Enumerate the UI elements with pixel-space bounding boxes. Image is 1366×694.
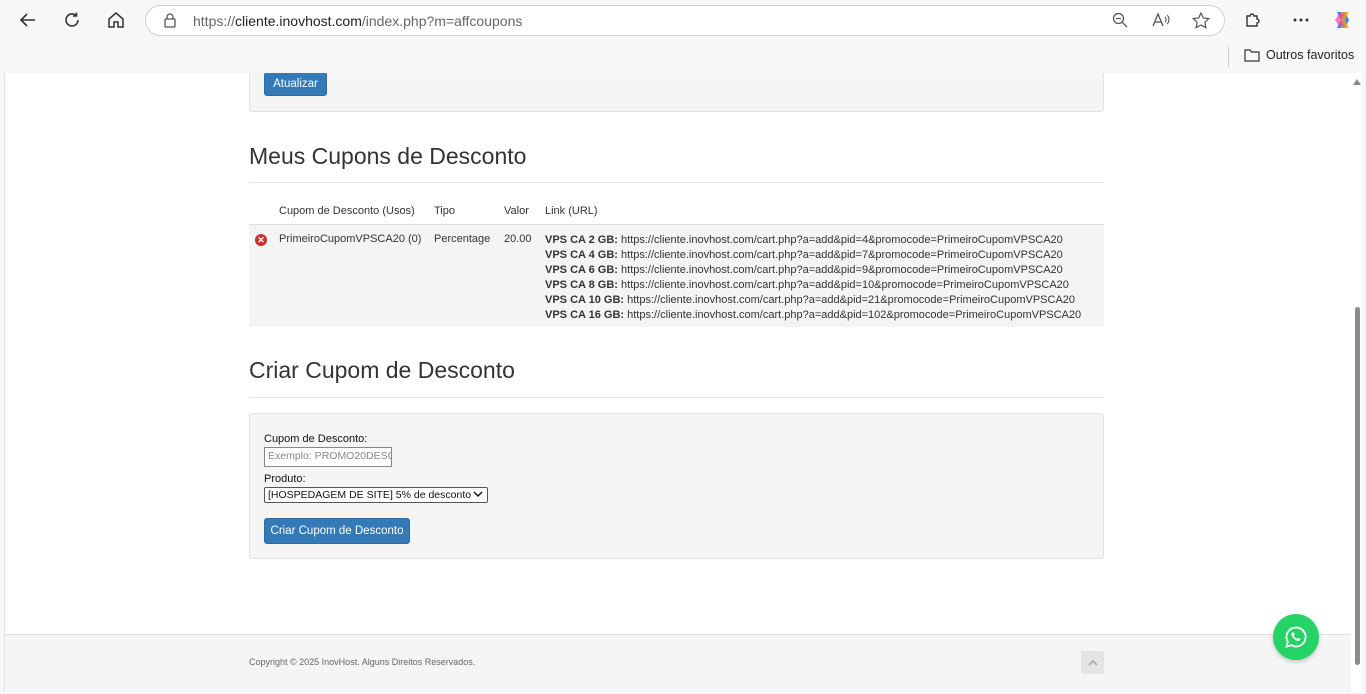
product-select-value: [HOSPEDAGEM DE SITE] 5% de desconto (268, 489, 472, 501)
page-viewport: Atualizar Meus Cupons de Desconto Cupom … (4, 73, 1362, 692)
coupon-link-line[interactable]: VPS CA 10 GB: https://cliente.inovhost.c… (545, 293, 1081, 308)
coupon-link-line[interactable]: VPS CA 2 GB: https://cliente.inovhost.co… (545, 233, 1081, 248)
filter-panel (249, 73, 1104, 112)
coupon-links: VPS CA 2 GB: https://cliente.inovhost.co… (545, 233, 1081, 323)
favorite-star-icon[interactable] (1192, 12, 1210, 29)
folder-icon (1244, 49, 1260, 62)
create-coupon-title: Criar Cupom de Desconto (249, 357, 515, 383)
back-arrow-icon (19, 13, 35, 27)
remove-coupon-icon[interactable]: ✕ (255, 234, 267, 246)
product-select[interactable]: [HOSPEDAGEM DE SITE] 5% de desconto (264, 487, 488, 503)
read-aloud-icon[interactable] (1152, 12, 1170, 28)
vertical-scrollbar[interactable] (1351, 73, 1362, 692)
copilot-button[interactable] (1328, 6, 1358, 34)
column-header-coupon: Cupom de Desconto (Usos) (279, 205, 415, 217)
whatsapp-button[interactable] (1273, 614, 1319, 660)
more-dots-icon (1293, 18, 1309, 22)
coupon-link-line[interactable]: VPS CA 4 GB: https://cliente.inovhost.co… (545, 248, 1081, 263)
update-button[interactable]: Atualizar (264, 73, 327, 96)
reload-icon (65, 12, 79, 27)
coupon-value: 20.00 (504, 233, 532, 245)
home-button[interactable] (101, 6, 131, 34)
puzzle-icon (1246, 13, 1260, 27)
chevron-down-icon (473, 489, 483, 502)
back-button[interactable] (13, 6, 43, 34)
coupon-code: PrimeiroCupomVPSCA20 (0) (279, 233, 422, 245)
copyright-text: Copyright © 2025 InovHost. Alguns Direit… (249, 657, 476, 667)
scroll-up-arrow-icon[interactable] (1353, 79, 1361, 85)
address-bar[interactable]: https://cliente.inovhost.com/index.php?m… (145, 5, 1225, 36)
home-icon (108, 12, 124, 28)
reload-button[interactable] (57, 6, 87, 34)
column-header-link: Link (URL) (545, 205, 598, 217)
create-coupon-button[interactable]: Criar Cupom de Desconto (264, 518, 410, 544)
scrollbar-thumb[interactable] (1355, 307, 1360, 665)
coupon-link-line[interactable]: VPS CA 6 GB: https://cliente.inovhost.co… (545, 263, 1081, 278)
footer: Copyright © 2025 InovHost. Alguns Direit… (5, 634, 1351, 692)
whatsapp-icon (1285, 626, 1307, 648)
favorites-separator (1228, 47, 1229, 67)
copilot-icon (1335, 12, 1349, 28)
divider (249, 397, 1104, 398)
coupon-code-input[interactable]: Exemplo: PROMO20DESC (264, 447, 392, 467)
product-field-label: Produto: (264, 473, 306, 485)
zoom-out-icon[interactable] (1112, 12, 1128, 28)
other-favorites[interactable]: Outros favoritos (1244, 48, 1354, 62)
coupon-link-line[interactable]: VPS CA 16 GB: https://cliente.inovhost.c… (545, 308, 1081, 323)
extensions-button[interactable] (1238, 6, 1268, 34)
browser-toolbar: https://cliente.inovhost.com/index.php?m… (0, 0, 1366, 40)
divider (249, 182, 1104, 183)
coupon-type: Percentage (434, 233, 491, 245)
more-menu-button[interactable] (1286, 6, 1316, 34)
back-to-top-button[interactable] (1081, 651, 1104, 674)
coupon-link-line[interactable]: VPS CA 8 GB: https://cliente.inovhost.co… (545, 278, 1081, 293)
lock-icon (164, 13, 176, 28)
url-text: https://cliente.inovhost.com/index.php?m… (193, 13, 523, 29)
other-favorites-label: Outros favoritos (1266, 48, 1355, 62)
favorites-bar (0, 40, 1366, 73)
chevron-up-icon (1087, 659, 1098, 666)
coupon-field-label: Cupom de Desconto: (264, 433, 368, 445)
column-header-value: Valor (504, 205, 529, 217)
column-header-type: Tipo (434, 205, 455, 217)
coupons-title: Meus Cupons de Desconto (249, 143, 527, 169)
